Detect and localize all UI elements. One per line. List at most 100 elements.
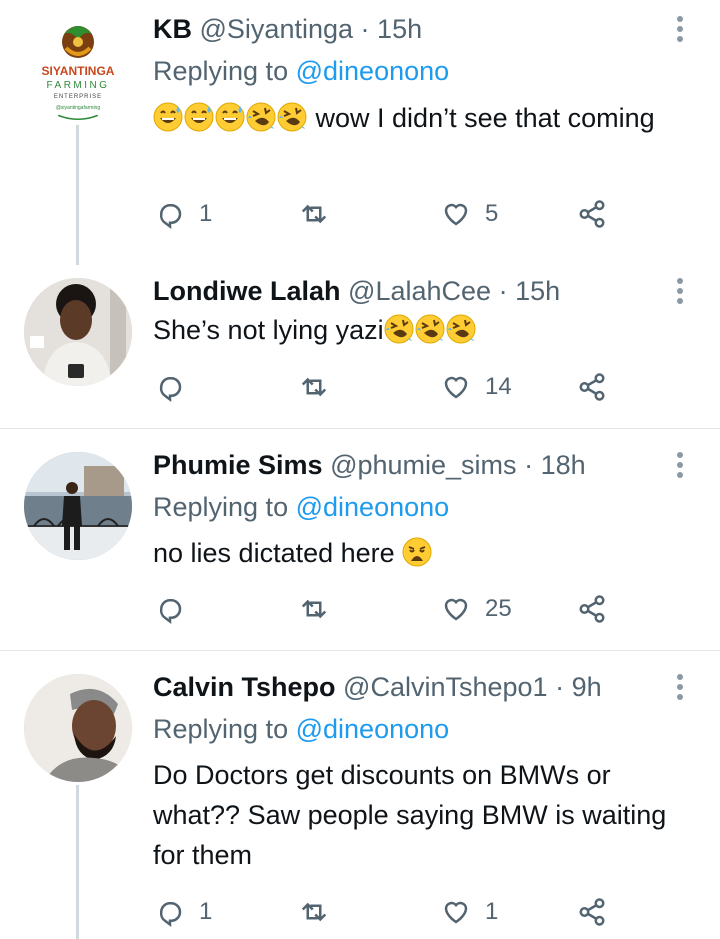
like-count: 14 — [485, 373, 512, 400]
author-handle[interactable]: @phumie_sims — [330, 450, 516, 480]
replying-handle-link[interactable]: @dineonono — [296, 56, 450, 86]
grinning-sweat-emoji-icon — [184, 102, 214, 132]
retweet-button[interactable] — [299, 892, 343, 932]
avatar-photo-icon — [24, 674, 132, 782]
like-button[interactable]: 5 — [441, 194, 498, 234]
rofl-emoji-icon — [446, 314, 476, 344]
like-button[interactable]: 1 — [441, 892, 498, 932]
author-handle[interactable]: @Siyantinga — [200, 14, 354, 44]
share-button[interactable] — [577, 589, 607, 629]
svg-text:@siyantingafarming: @siyantingafarming — [56, 105, 100, 111]
more-options-icon[interactable] — [668, 274, 692, 308]
reply-count: 1 — [199, 200, 213, 227]
share-icon — [579, 898, 605, 926]
timestamp[interactable]: 15h — [515, 276, 560, 306]
rofl-emoji-icon — [415, 314, 445, 344]
tweet-header: Phumie Sims @phumie_sims · 18h — [153, 448, 586, 482]
retweet-icon — [301, 377, 327, 397]
separator: · — [498, 276, 508, 306]
heart-icon — [444, 901, 468, 924]
retweet-icon — [301, 204, 327, 224]
replying-handle-link[interactable]: @dineonono — [296, 492, 450, 522]
reply-count: 1 — [199, 898, 213, 925]
weary-emoji-icon — [402, 537, 432, 567]
replying-to: Replying to @dineonono — [153, 54, 449, 88]
share-button[interactable] — [577, 892, 607, 932]
avatar-phumie-sims[interactable] — [24, 452, 132, 560]
reply-icon — [159, 902, 182, 927]
retweet-icon — [301, 902, 327, 922]
emoji-sequence — [153, 102, 316, 133]
tweet-header: KB @Siyantinga · 15h — [153, 12, 422, 46]
tweet-text-content: wow I didn’t see that coming — [315, 103, 655, 133]
avatar-londiwe-lalah[interactable] — [24, 278, 132, 386]
share-button[interactable] — [577, 194, 607, 234]
author-name[interactable]: KB — [153, 14, 192, 44]
thread-line-bottom — [76, 785, 79, 939]
author-name[interactable]: Phumie Sims — [153, 450, 323, 480]
timestamp[interactable]: 18h — [541, 450, 586, 480]
rofl-emoji-icon — [246, 102, 276, 132]
heart-icon — [444, 598, 468, 621]
more-options-icon[interactable] — [668, 670, 692, 704]
grinning-sweat-emoji-icon — [215, 102, 245, 132]
rofl-emoji-icon — [277, 102, 307, 132]
share-icon — [579, 200, 605, 228]
tweet-text-content: no lies dictated here — [153, 538, 395, 568]
avatar-siyantinga-logo[interactable]: SIYANTINGA FARMING ENTERPRISE @siyanting… — [24, 12, 132, 120]
separator: · — [524, 450, 534, 480]
heart-icon — [444, 203, 468, 226]
reply-button[interactable] — [155, 367, 199, 407]
like-button[interactable]: 25 — [441, 589, 512, 629]
svg-text:FARMING: FARMING — [46, 80, 109, 91]
tweet-text-content: She’s not lying yazi — [153, 315, 384, 345]
tweet-actions: 1 5 — [153, 194, 633, 234]
share-button[interactable] — [577, 367, 607, 407]
timestamp[interactable]: 15h — [377, 14, 422, 44]
like-count: 1 — [485, 898, 499, 925]
reply-icon — [159, 377, 182, 402]
more-options-icon[interactable] — [668, 12, 692, 46]
heart-icon — [444, 376, 468, 399]
svg-text:SIYANTINGA: SIYANTINGA — [42, 64, 115, 78]
avatar-photo-icon — [24, 278, 132, 386]
separator: · — [360, 14, 370, 44]
tweet-text: She’s not lying yazi — [153, 310, 693, 350]
replying-label: Replying to — [153, 56, 289, 86]
tweet-text: no lies dictated here — [153, 533, 693, 573]
author-name[interactable]: Calvin Tshepo — [153, 672, 336, 702]
reply-icon — [159, 599, 182, 624]
reply-button[interactable]: 1 — [155, 194, 212, 234]
avatar-photo-icon — [24, 452, 132, 560]
tweet-text-content: Do Doctors get discounts on BMWs or what… — [153, 760, 667, 870]
retweet-button[interactable] — [299, 589, 343, 629]
rofl-emoji-icon — [384, 314, 414, 344]
grinning-sweat-emoji-icon — [153, 102, 183, 132]
retweet-button[interactable] — [299, 367, 343, 407]
author-name[interactable]: Londiwe Lalah — [153, 276, 341, 306]
tweet-actions: 25 — [153, 589, 633, 629]
tweet-header: Calvin Tshepo @CalvinTshepo1 · 9h — [153, 670, 602, 704]
tweet-header: Londiwe Lalah @LalahCee · 15h — [153, 274, 560, 308]
tweet-divider — [0, 650, 720, 651]
reply-button[interactable]: 1 — [155, 892, 212, 932]
svg-text:ENTERPRISE: ENTERPRISE — [54, 94, 102, 100]
tweet-actions: 14 — [153, 367, 633, 407]
replying-label: Replying to — [153, 714, 289, 744]
like-count: 5 — [485, 200, 499, 227]
tweet-text: Do Doctors get discounts on BMWs or what… — [153, 755, 693, 875]
more-options-icon[interactable] — [668, 448, 692, 482]
replying-to: Replying to @dineonono — [153, 490, 449, 524]
thread-line-top — [76, 125, 79, 265]
replying-handle-link[interactable]: @dineonono — [296, 714, 450, 744]
like-count: 25 — [485, 595, 512, 622]
like-button[interactable]: 14 — [441, 367, 512, 407]
retweet-button[interactable] — [299, 194, 343, 234]
author-handle[interactable]: @LalahCee — [348, 276, 491, 306]
siyantinga-logo-icon: SIYANTINGA FARMING ENTERPRISE @siyanting… — [42, 26, 115, 120]
timestamp[interactable]: 9h — [572, 672, 602, 702]
avatar-calvin-tshepo[interactable] — [24, 674, 132, 782]
tweet-actions: 1 1 — [153, 892, 633, 932]
reply-button[interactable] — [155, 589, 199, 629]
author-handle[interactable]: @CalvinTshepo1 — [343, 672, 548, 702]
